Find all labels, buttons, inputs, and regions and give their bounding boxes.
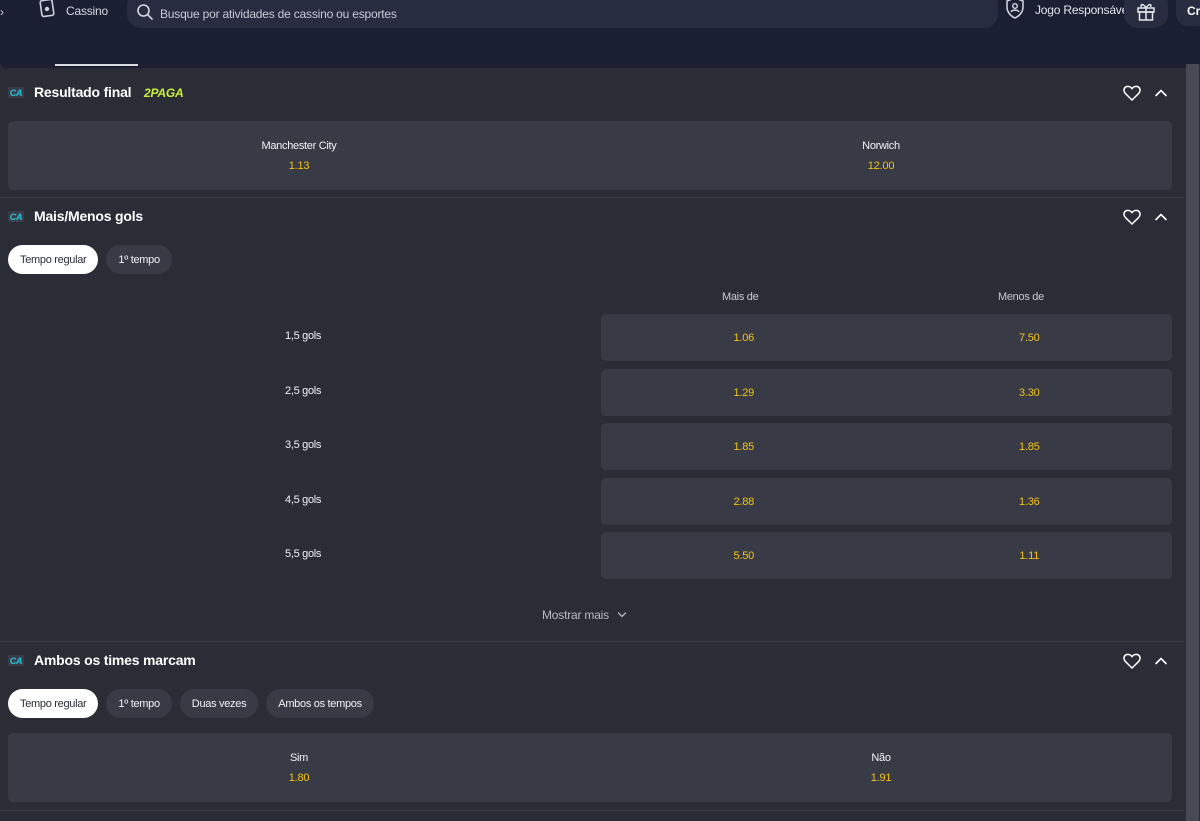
responsible-gaming-link[interactable]: Jogo Responsável xyxy=(1005,0,1131,20)
table-row: 5,5 gols 5.50 1.11 xyxy=(0,532,1184,579)
odds-button-over[interactable]: 2.88 xyxy=(601,478,887,525)
odds-pair: 1.29 3.30 xyxy=(601,369,1172,416)
scrollbar-thumb[interactable] xyxy=(1186,64,1199,821)
outcome-name: Norwich xyxy=(862,139,900,152)
gift-button[interactable] xyxy=(1124,0,1168,28)
tab-first-half[interactable]: 1º tempo xyxy=(106,689,172,718)
section-divider xyxy=(0,197,1184,198)
table-row: 3,5 gols 1.85 1.85 xyxy=(0,423,1184,470)
market-btts: CA Ambos os times marcam Tempo regular 1… xyxy=(0,646,1184,806)
outcome-name: Manchester City xyxy=(261,139,337,152)
table-row: 1,5 gols 1.06 7.50 xyxy=(0,314,1184,361)
market-title: Ambos os times marcam xyxy=(34,652,196,668)
goal-line-label: 4,5 gols xyxy=(285,494,322,506)
outcome-name: Não xyxy=(871,751,891,764)
outcome-price: 1.13 xyxy=(288,159,310,172)
odds-button-away[interactable]: Norwich 12.00 xyxy=(590,121,1172,190)
odds-button-under[interactable]: 1.85 xyxy=(887,423,1173,470)
promo-badge: 2PAGA xyxy=(144,86,184,100)
odds-button-under[interactable]: 3.30 xyxy=(887,369,1173,416)
odds-button-under[interactable]: 1.11 xyxy=(887,532,1173,579)
tab-both-halves[interactable]: Ambos os tempos xyxy=(266,689,374,718)
market-result: CA Resultado final 2PAGA Manchester City… xyxy=(0,78,1184,198)
odds-button-no[interactable]: Não 1.91 xyxy=(590,733,1172,802)
tab-first-half[interactable]: 1º tempo xyxy=(106,245,172,274)
table-row: 2,5 gols 1.29 3.30 xyxy=(0,369,1184,416)
market-over-under: CA Mais/Menos gols Tempo regular 1º temp… xyxy=(0,202,1184,642)
market-title: Mais/Menos gols xyxy=(34,208,144,224)
heart-icon[interactable] xyxy=(1122,652,1142,670)
shield-user-icon xyxy=(1005,0,1025,24)
outcome-price: 1.91 xyxy=(870,771,892,784)
odds-button-over[interactable]: 5.50 xyxy=(601,532,887,579)
nav-edge-glyph[interactable]: › xyxy=(0,5,4,19)
heart-icon[interactable] xyxy=(1122,84,1142,102)
search-icon xyxy=(136,3,154,26)
odds-button-over[interactable]: 1.29 xyxy=(601,369,887,416)
market-header: CA Ambos os times marcam xyxy=(0,646,1184,676)
goal-line-label: 5,5 gols xyxy=(285,548,322,560)
outcome-price: 1.80 xyxy=(288,771,310,784)
period-tabs: Tempo regular 1º tempo xyxy=(8,245,172,274)
gift-icon xyxy=(1135,0,1157,27)
ca-badge: CA xyxy=(8,87,24,98)
goal-line-label: 3,5 gols xyxy=(285,439,322,451)
heart-icon[interactable] xyxy=(1122,208,1142,226)
show-more-label: Mostrar mais xyxy=(542,608,609,622)
tab-regular-time[interactable]: Tempo regular xyxy=(8,689,99,718)
search-input[interactable] xyxy=(160,7,860,21)
btts-odds: Sim 1.80 Não 1.91 xyxy=(8,733,1172,802)
goal-line-label: 1,5 gols xyxy=(285,330,322,342)
market-title: Resultado final xyxy=(34,84,132,100)
table-row: 4,5 gols 2.88 1.36 xyxy=(0,478,1184,525)
top-header: › Cassino Jogo Responsável Cri xyxy=(0,0,1200,68)
section-divider xyxy=(0,810,1184,811)
odds-button-under[interactable]: 1.36 xyxy=(887,478,1173,525)
goal-line-label: 2,5 gols xyxy=(285,385,322,397)
nav-casino[interactable]: Cassino xyxy=(38,0,108,22)
ca-badge: CA xyxy=(8,211,24,222)
responsible-gaming-label: Jogo Responsável xyxy=(1035,3,1131,17)
chevron-down-icon xyxy=(617,606,627,624)
odds-pair: 2.88 1.36 xyxy=(601,478,1172,525)
odds-pair: 5.50 1.11 xyxy=(601,532,1172,579)
tab-both-twice[interactable]: Duas vezes xyxy=(179,689,259,718)
market-header: CA Mais/Menos gols xyxy=(0,202,1184,232)
section-divider xyxy=(0,641,1184,642)
chevron-up-icon[interactable] xyxy=(1152,208,1170,226)
odds-button-home[interactable]: Manchester City 1.13 xyxy=(8,121,590,190)
period-tabs: Tempo regular 1º tempo Duas vezes Ambos … xyxy=(8,689,374,718)
odds-pair: 1.85 1.85 xyxy=(601,423,1172,470)
casino-cards-icon xyxy=(38,0,56,24)
tab-regular-time[interactable]: Tempo regular xyxy=(8,245,99,274)
odds-button-over[interactable]: 1.85 xyxy=(601,423,887,470)
show-more-button[interactable]: Mostrar mais xyxy=(542,606,627,624)
result-odds: Manchester City 1.13 Norwich 12.00 xyxy=(8,121,1172,190)
ca-badge: CA xyxy=(8,655,24,666)
outcome-price: 12.00 xyxy=(867,159,895,172)
column-header-over: Mais de xyxy=(722,291,759,303)
odds-pair: 1.06 7.50 xyxy=(601,314,1172,361)
odds-button-over[interactable]: 1.06 xyxy=(601,314,887,361)
chevron-up-icon[interactable] xyxy=(1152,84,1170,102)
search-bar[interactable] xyxy=(127,0,998,28)
odds-button-yes[interactable]: Sim 1.80 xyxy=(8,733,590,802)
chevron-up-icon[interactable] xyxy=(1152,652,1170,670)
nav-casino-label: Cassino xyxy=(66,4,108,18)
outcome-name: Sim xyxy=(289,751,309,764)
column-header-under: Menos de xyxy=(998,291,1044,303)
create-account-button[interactable]: Cri xyxy=(1176,0,1200,26)
active-tab-indicator xyxy=(55,64,138,66)
odds-button-under[interactable]: 7.50 xyxy=(887,314,1173,361)
market-header: CA Resultado final 2PAGA xyxy=(0,78,1184,108)
